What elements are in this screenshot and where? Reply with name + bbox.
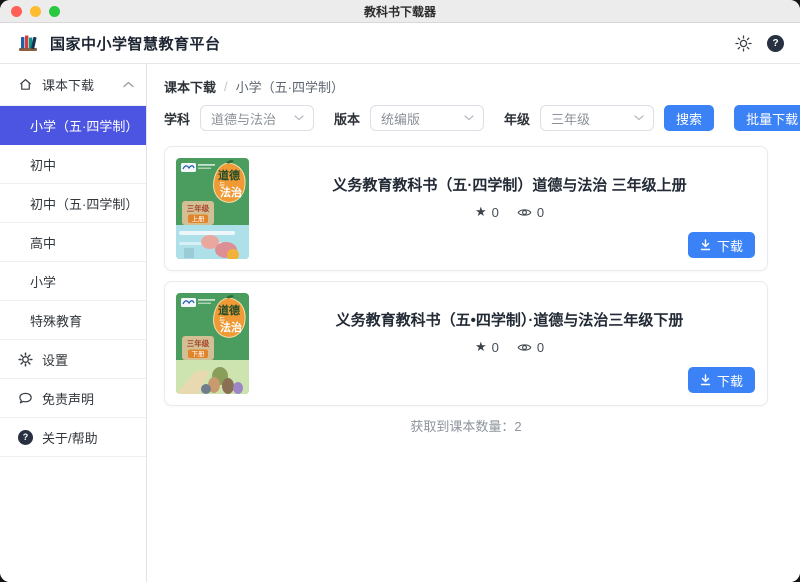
gear-icon (18, 352, 33, 367)
app-window: 教科书下载器 国家中小学智慧教育平台 (0, 0, 800, 582)
app-logo-books-icon (16, 31, 40, 55)
book-cover: 道德 与 法治 三年级 上册 (176, 158, 249, 259)
download-button-label: 下载 (717, 236, 743, 255)
zoom-window-button[interactable] (49, 6, 60, 17)
sidebar-item-primary[interactable]: 小学 (0, 262, 146, 301)
sidebar-item-label: 设置 (42, 350, 68, 369)
sidebar-item-label: 课本下载 (42, 75, 94, 94)
view-count-value: 0 (537, 205, 544, 220)
sidebar-item-senior[interactable]: 高中 (0, 223, 146, 262)
sidebar-item-label: 初中（五·四学制） (30, 194, 134, 213)
svg-text:上册: 上册 (192, 214, 206, 223)
window-title: 教科书下载器 (0, 3, 800, 20)
star-count-value: 0 (492, 205, 499, 220)
chevron-up-icon (123, 81, 134, 88)
eye-icon (517, 342, 532, 353)
platform-title: 国家中小学智慧教育平台 (50, 33, 221, 54)
macos-titlebar: 教科书下载器 (0, 0, 800, 23)
download-icon (700, 374, 711, 386)
download-icon (700, 239, 711, 251)
view-count: 0 (517, 205, 544, 220)
edition-filter-label: 版本 (334, 109, 360, 128)
view-count-value: 0 (537, 340, 544, 355)
book-card: 道德 与 法治 三年级 上册 (164, 146, 768, 271)
sidebar-item-junior[interactable]: 初中 (0, 145, 146, 184)
svg-text:三年级: 三年级 (187, 338, 210, 348)
sidebar-item-label: 小学（五·四学制） (30, 116, 134, 135)
sidebar-item-textbook-download[interactable]: 课本下载 (0, 64, 146, 106)
sidebar-item-disclaimer[interactable]: 免责声明 (0, 379, 146, 418)
svg-text:道德: 道德 (218, 303, 240, 317)
sidebar-item-primary-54[interactable]: 小学（五·四学制） (0, 106, 146, 145)
theme-toggle-sun-icon[interactable] (735, 35, 752, 52)
view-count: 0 (517, 340, 544, 355)
star-count-value: 0 (492, 340, 499, 355)
star-count: ★ 0 (475, 339, 499, 355)
sidebar-item-label: 特殊教育 (30, 311, 82, 330)
sidebar-item-label: 关于/帮助 (42, 428, 98, 447)
svg-text:道德: 道德 (218, 168, 240, 182)
edition-select-value: 统编版 (381, 109, 420, 128)
subject-filter-label: 学科 (164, 109, 190, 128)
download-button-label: 下载 (717, 371, 743, 390)
svg-text:法治: 法治 (220, 320, 242, 334)
book-title: 义务教育教科书（五·四学制）道德与法治 三年级上册 (332, 174, 686, 195)
chevron-down-icon (464, 115, 474, 121)
chevron-down-icon (634, 115, 644, 121)
sidebar-item-about-help[interactable]: ? 关于/帮助 (0, 418, 146, 457)
star-icon: ★ (475, 204, 487, 220)
book-stats: ★ 0 0 (475, 204, 544, 220)
book-cover: 道德 与 法治 三年级 下册 (176, 293, 249, 394)
search-button[interactable]: 搜索 (664, 105, 714, 131)
book-stats: ★ 0 0 (475, 339, 544, 355)
book-title: 义务教育教科书（五•四学制）·道德与法治三年级下册 (336, 309, 684, 330)
svg-text:下册: 下册 (192, 350, 206, 358)
svg-text:法治: 法治 (220, 185, 242, 199)
breadcrumb-separator: / (224, 79, 228, 94)
sidebar-item-label: 高中 (30, 233, 56, 252)
star-icon: ★ (475, 339, 487, 355)
breadcrumb-current: 小学（五·四学制） (236, 77, 344, 96)
close-window-button[interactable] (11, 6, 22, 17)
home-icon (18, 77, 33, 92)
sidebar-item-label: 初中 (30, 155, 56, 174)
edition-select[interactable]: 统编版 (370, 105, 484, 131)
download-button[interactable]: 下载 (688, 232, 755, 258)
help-question-icon[interactable]: ? (767, 35, 784, 52)
book-list: 道德 与 法治 三年级 上册 (164, 146, 768, 406)
sidebar: 课本下载 小学（五·四学制） 初中 初中（五·四学制） 高中 小学 (0, 64, 147, 582)
book-card: 道德 与 法治 三年级 下册 (164, 281, 768, 406)
batch-download-button[interactable]: 批量下载 (734, 105, 800, 131)
star-count: ★ 0 (475, 204, 499, 220)
minimize-window-button[interactable] (30, 6, 41, 17)
traffic-lights (0, 6, 60, 17)
sidebar-item-special-education[interactable]: 特殊教育 (0, 301, 146, 340)
sidebar-item-label: 免责声明 (42, 389, 94, 408)
speech-bubble-icon (18, 391, 33, 406)
question-circle-icon: ? (18, 430, 33, 445)
filter-bar: 学科 道德与法治 版本 统编版 (164, 105, 768, 131)
subject-select-value: 道德与法治 (211, 109, 276, 128)
grade-select-value: 三年级 (551, 109, 590, 128)
sidebar-item-junior-54[interactable]: 初中（五·四学制） (0, 184, 146, 223)
result-count-text: 获取到课本数量：2 (164, 416, 768, 435)
grade-filter-label: 年级 (504, 109, 530, 128)
breadcrumb: 课本下载 / 小学（五·四学制） (164, 77, 768, 96)
sidebar-item-settings[interactable]: 设置 (0, 340, 146, 379)
sidebar-item-label: 小学 (30, 272, 56, 291)
svg-text:三年级: 三年级 (187, 203, 210, 213)
grade-select[interactable]: 三年级 (540, 105, 654, 131)
eye-icon (517, 207, 532, 218)
app-header: 国家中小学智慧教育平台 ? (0, 23, 800, 64)
download-button[interactable]: 下载 (688, 367, 755, 393)
breadcrumb-root[interactable]: 课本下载 (164, 77, 216, 96)
chevron-down-icon (294, 115, 304, 121)
main-content: 课本下载 / 小学（五·四学制） 学科 道德与法治 版本 (147, 64, 800, 582)
subject-select[interactable]: 道德与法治 (200, 105, 314, 131)
